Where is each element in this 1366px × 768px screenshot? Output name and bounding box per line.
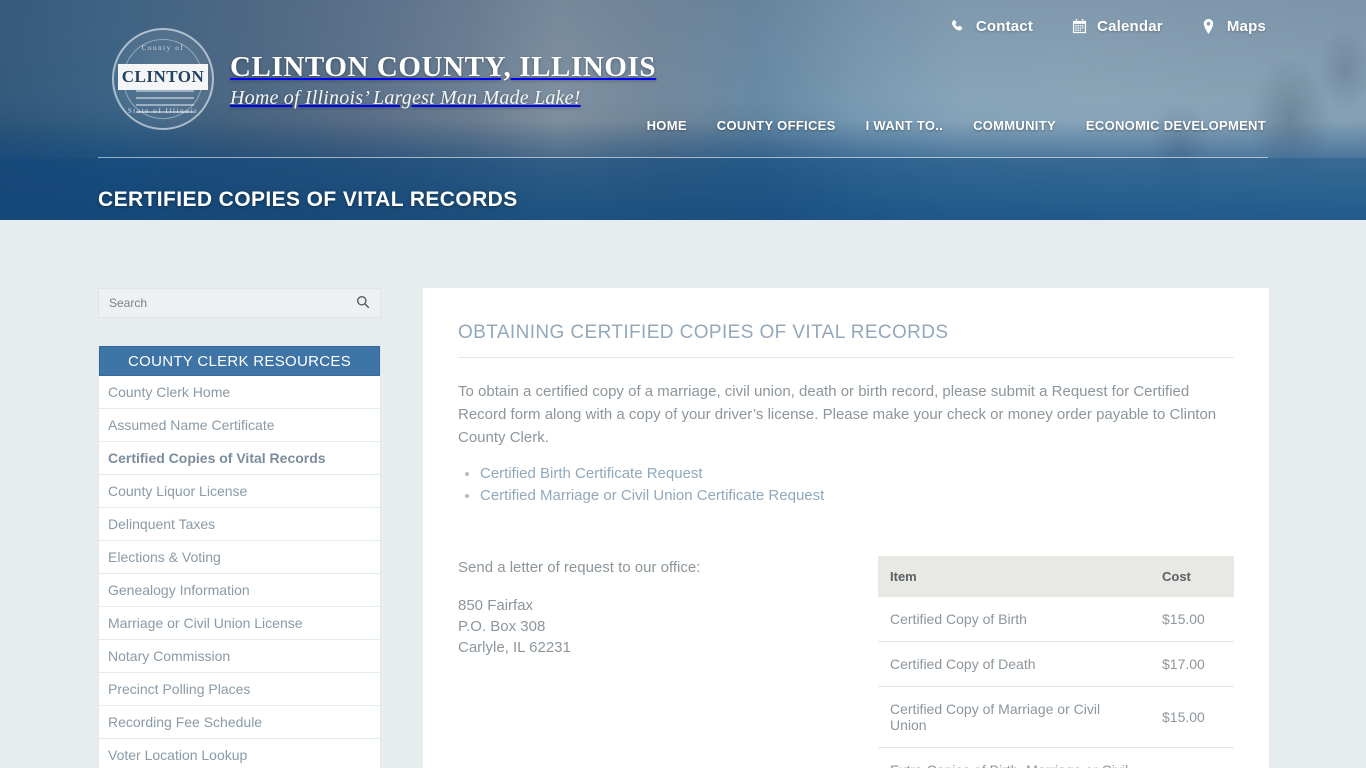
column-header-item: Item: [878, 556, 1150, 597]
main-nav: HOME COUNTY OFFICES I WANT TO.. COMMUNIT…: [647, 118, 1266, 133]
request-form-links: Certified Birth Certificate Request Cert…: [458, 463, 1234, 506]
fee-table-head: Item Cost: [878, 556, 1234, 597]
fee-item-name: Certified Copy of Birth: [890, 611, 1027, 627]
fee-item-cost: $6.00: [1150, 747, 1234, 768]
nav-item-i-want-to[interactable]: I WANT TO..: [866, 118, 943, 133]
sidebar-box-title: COUNTY CLERK RESOURCES: [99, 346, 380, 376]
phone-icon: [950, 19, 966, 35]
list-item: Certified Birth Certificate Request: [480, 463, 1234, 484]
address-column: Send a letter of request to our office: …: [458, 556, 848, 768]
nav-item-county-offices[interactable]: COUNTY OFFICES: [717, 118, 836, 133]
fee-item-name: Extra Copies of Birth, Marriage or Civil…: [878, 747, 1150, 768]
column-header-cost: Cost: [1150, 556, 1234, 597]
address-line-2: P.O. Box 308: [458, 618, 546, 635]
fee-table: Item Cost Certified Copy of Birth $15.00…: [878, 556, 1234, 768]
table-row: Extra Copies of Birth, Marriage or Civil…: [878, 747, 1234, 768]
sidebar-item-elections-and-voting[interactable]: Elections & Voting: [99, 541, 380, 574]
address-line-3: Carlyle, IL 62231: [458, 639, 571, 656]
site-header: Contact Calendar Maps County of CLINTON …: [0, 0, 1366, 220]
fee-item-cost: $15.00: [1150, 686, 1234, 748]
fee-item-cost: $17.00: [1150, 641, 1234, 687]
table-header-row: Item Cost: [878, 556, 1234, 597]
page-body: COUNTY CLERK RESOURCES County Clerk Home…: [0, 220, 1366, 768]
search-box[interactable]: [98, 288, 381, 318]
header-divider: [98, 157, 1268, 158]
brand-tagline: Home of Illinois’ Largest Man Made Lake!: [230, 86, 581, 109]
utility-link-maps[interactable]: Maps: [1201, 18, 1266, 35]
sidebar-item-delinquent-taxes[interactable]: Delinquent Taxes: [99, 508, 380, 541]
brand-title: CLINTON COUNTY, ILLINOIS: [230, 51, 657, 84]
sidebar: COUNTY CLERK RESOURCES County Clerk Home…: [98, 288, 381, 768]
fee-item-cost: $15.00: [1162, 611, 1205, 627]
sidebar-item-notary-commission[interactable]: Notary Commission: [99, 640, 380, 673]
utility-nav: Contact Calendar Maps: [950, 18, 1266, 35]
sidebar-item-certified-copies-of-vital-records[interactable]: Certified Copies of Vital Records: [99, 442, 380, 475]
sidebar-nav-box: COUNTY CLERK RESOURCES County Clerk Home…: [98, 346, 381, 768]
nav-item-economic-development[interactable]: ECONOMIC DEVELOPMENT: [1086, 118, 1266, 133]
sidebar-item-county-liquor-license[interactable]: County Liquor License: [99, 475, 380, 508]
fee-item-name: Certified Copy of Death: [878, 641, 1150, 687]
nav-item-community[interactable]: COMMUNITY: [973, 118, 1056, 133]
utility-link-label: Contact: [975, 18, 1034, 35]
table-row: Certified Copy of Birth $15.00: [878, 597, 1234, 642]
sidebar-item-precinct-polling-places[interactable]: Precinct Polling Places: [99, 673, 380, 706]
sidebar-item-assumed-name-certificate[interactable]: Assumed Name Certificate: [99, 409, 380, 442]
main-content: OBTAINING CERTIFIED COPIES OF VITAL RECO…: [423, 288, 1269, 768]
site-logo[interactable]: County of CLINTON State of Illinois CLIN…: [112, 28, 656, 130]
nav-item-home[interactable]: HOME: [647, 118, 687, 133]
list-item: Certified Marriage or Civil Union Certif…: [480, 485, 1234, 506]
fee-table-column: Item Cost Certified Copy of Birth $15.00…: [878, 556, 1234, 768]
content-heading-divider: [458, 357, 1234, 358]
utility-link-label: Calendar: [1097, 18, 1163, 35]
search-button[interactable]: [352, 289, 374, 317]
address-lead: Send a letter of request to our office:: [458, 559, 701, 576]
table-row: Certified Copy of Marriage or Civil Unio…: [878, 686, 1234, 748]
sidebar-item-recording-fee-schedule[interactable]: Recording Fee Schedule: [99, 706, 380, 739]
seal-label: CLINTON: [121, 67, 205, 86]
content-paragraph: To obtain a certified copy of a marriage…: [458, 383, 1217, 446]
map-pin-icon: [1201, 19, 1217, 35]
seal-arc-bottom-text: State of Illinois: [127, 107, 199, 115]
address-block: 850 Fairfax P.O. Box 308 Carlyle, IL 622…: [458, 595, 848, 658]
utility-link-calendar[interactable]: Calendar: [1071, 18, 1163, 35]
sidebar-item-county-clerk-home[interactable]: County Clerk Home: [99, 376, 380, 409]
sidebar-item-voter-location-lookup[interactable]: Voter Location Lookup: [99, 739, 380, 768]
table-row: Certified Copy of Death $17.00: [878, 641, 1234, 687]
link-certified-birth-certificate-request[interactable]: Certified Birth Certificate Request: [480, 465, 703, 482]
content-heading: OBTAINING CERTIFIED COPIES OF VITAL RECO…: [458, 322, 949, 343]
seal-band: CLINTON: [118, 64, 208, 90]
search-icon: [356, 295, 370, 312]
utility-link-contact[interactable]: Contact: [950, 18, 1033, 35]
fee-item-name: Certified Copy of Marriage or Civil Unio…: [878, 686, 1150, 748]
address-and-fees-row: Send a letter of request to our office: …: [458, 556, 1234, 768]
utility-link-label: Maps: [1226, 18, 1266, 35]
seal-arc-top-text: County of: [141, 44, 185, 52]
page-title: CERTIFIED COPIES OF VITAL RECORDS: [98, 188, 518, 212]
address-line-1: 850 Fairfax: [458, 597, 534, 614]
county-seal-icon: County of CLINTON State of Illinois: [112, 28, 214, 130]
link-certified-marriage-or-civil-union-certificate-request[interactable]: Certified Marriage or Civil Union Certif…: [480, 487, 824, 504]
sidebar-item-genealogy-information[interactable]: Genealogy Information: [99, 574, 380, 607]
sidebar-item-marriage-or-civil-union-license[interactable]: Marriage or Civil Union License: [99, 607, 380, 640]
fee-table-body: Certified Copy of Birth $15.00 Certified…: [878, 597, 1234, 768]
calendar-icon: [1071, 19, 1087, 35]
brand-text: CLINTON COUNTY, ILLINOIS Home of Illinoi…: [230, 48, 656, 110]
search-input[interactable]: [99, 289, 380, 317]
